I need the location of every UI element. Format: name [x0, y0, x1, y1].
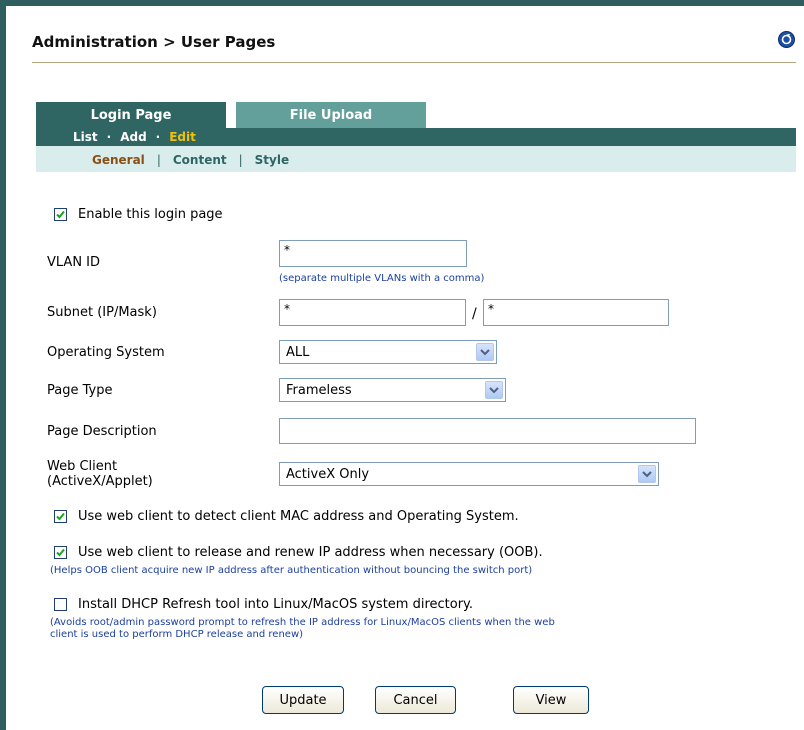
release-renew-hint: (Helps OOB client acquire new IP address…	[50, 565, 533, 576]
vlan-id-hint: (separate multiple VLANs with a comma)	[279, 273, 485, 284]
view-button[interactable]: View	[513, 686, 589, 714]
dhcp-refresh-hint: (Avoids root/admin password prompt to re…	[50, 617, 555, 628]
tab-file-upload[interactable]: File Upload	[236, 102, 426, 128]
subnet-mask-input[interactable]: *	[483, 299, 669, 326]
page-type-value: Frameless	[286, 382, 352, 398]
vlan-id-label: VLAN ID	[47, 255, 101, 270]
subnet-label: Subnet (IP/Mask)	[47, 305, 157, 320]
operating-system-select[interactable]: ALL	[279, 340, 497, 364]
subnet-ip-input[interactable]: *	[279, 299, 466, 326]
subnet-slash: /	[472, 306, 477, 322]
release-renew-label: Use web client to release and renew IP a…	[78, 545, 543, 560]
title-divider	[32, 62, 796, 63]
sub-navigation: List · Add · Edit	[36, 128, 796, 146]
update-button[interactable]: Update	[262, 686, 344, 714]
web-client-label: Web Client	[47, 459, 118, 474]
section-general-link[interactable]: General	[92, 153, 145, 167]
page-title: Administration > User Pages	[32, 33, 276, 51]
section-style-link[interactable]: Style	[255, 153, 289, 167]
page-type-select[interactable]: Frameless	[279, 378, 506, 402]
chevron-down-icon[interactable]	[638, 465, 656, 483]
nav-add-link[interactable]: Add	[120, 130, 146, 144]
web-client-select[interactable]: ActiveX Only	[279, 462, 659, 486]
dhcp-refresh-hint-line2: client is used to perform DHCP release a…	[50, 629, 304, 640]
chevron-down-icon[interactable]	[485, 381, 503, 399]
section-separator: |	[156, 153, 161, 167]
section-content-link[interactable]: Content	[173, 153, 227, 167]
web-client-label-sub: (ActiveX/Applet)	[47, 474, 153, 489]
release-renew-checkbox[interactable]	[54, 546, 67, 559]
page-description-input[interactable]	[279, 418, 696, 444]
nav-separator: ·	[106, 130, 112, 144]
dhcp-refresh-label: Install DHCP Refresh tool into Linux/Mac…	[78, 597, 474, 612]
detect-mac-checkbox[interactable]	[54, 510, 67, 523]
nav-edit-link[interactable]: Edit	[169, 130, 196, 144]
operating-system-label: Operating System	[47, 345, 165, 360]
nav-separator: ·	[155, 130, 161, 144]
web-client-value: ActiveX Only	[286, 466, 370, 482]
edit-section-navigation: General | Content | Style	[36, 146, 796, 172]
left-border	[0, 0, 6, 730]
cancel-button[interactable]: Cancel	[375, 686, 456, 714]
page-type-label: Page Type	[47, 383, 113, 398]
section-separator: |	[238, 153, 243, 167]
tab-login-page[interactable]: Login Page	[36, 102, 226, 128]
enable-login-page-label: Enable this login page	[78, 207, 223, 222]
operating-system-value: ALL	[286, 344, 310, 360]
enable-login-page-checkbox[interactable]	[54, 208, 67, 221]
page-description-label: Page Description	[47, 424, 157, 439]
detect-mac-label: Use web client to detect client MAC addr…	[78, 509, 519, 524]
dhcp-refresh-checkbox[interactable]	[54, 598, 67, 611]
chevron-down-icon[interactable]	[476, 343, 494, 361]
nav-list-link[interactable]: List	[73, 130, 98, 144]
top-border	[0, 0, 804, 6]
help-icon[interactable]	[778, 31, 795, 48]
vlan-id-input[interactable]: *	[279, 240, 467, 267]
